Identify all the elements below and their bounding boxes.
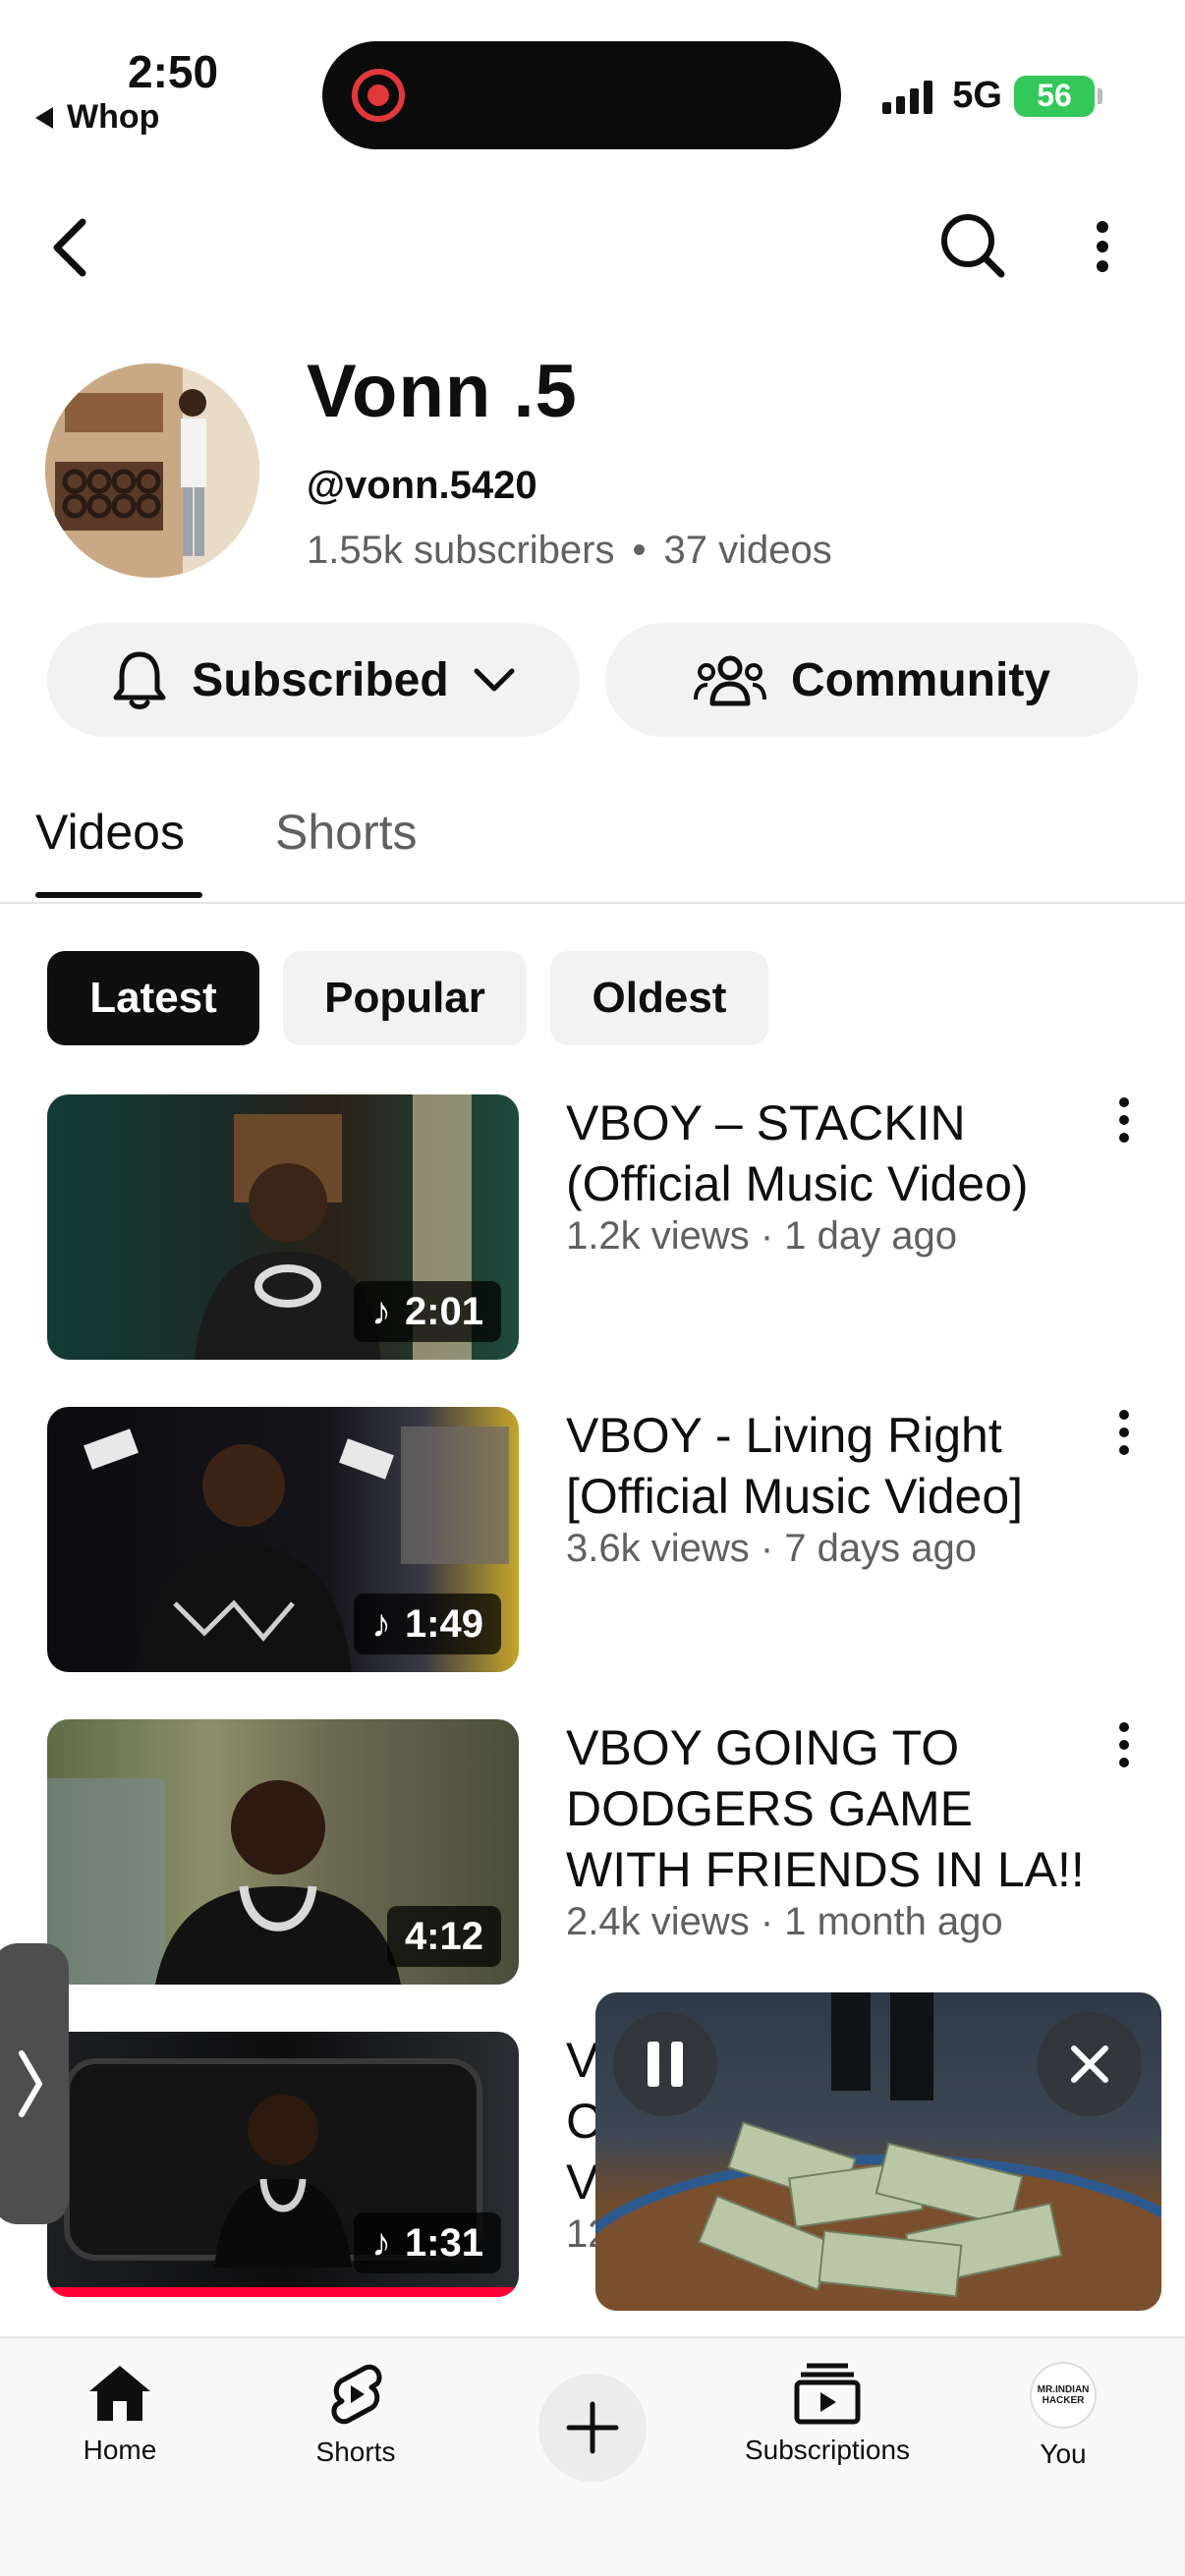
you-avatar: MR.INDIAN HACKER	[1030, 2362, 1097, 2429]
nav-you-label: You	[1040, 2438, 1087, 2469]
dynamic-island	[322, 41, 841, 149]
plus-icon	[566, 2401, 619, 2454]
tab-shorts[interactable]: Shorts	[275, 804, 418, 861]
cellular-signal-icon	[882, 79, 933, 114]
status-indicators: 5G 56	[882, 75, 1102, 117]
video-title[interactable]: VBOY GOING TO DODGERS GAME WITH FRIENDS …	[566, 1717, 1097, 1900]
nav-shorts[interactable]: Shorts	[307, 2362, 405, 2468]
channel-stats: 1.55k subscribers • 37 videos	[307, 529, 832, 573]
subscribed-button[interactable]: Subscribed	[47, 623, 580, 737]
duration-badge: ♪ 1:49	[353, 1594, 501, 1654]
filter-chip-oldest[interactable]: Oldest	[550, 951, 768, 1045]
community-label: Community	[791, 653, 1050, 706]
battery-icon: 56	[1014, 75, 1102, 117]
back-arrow-icon[interactable]	[39, 210, 98, 285]
you-avatar-text: MR.INDIAN HACKER	[1037, 2384, 1090, 2406]
home-icon	[89, 2366, 150, 2421]
music-note-icon: ♪	[370, 1601, 391, 1646]
filter-chip-popular[interactable]: Popular	[283, 951, 527, 1045]
duration-label: 2:01	[404, 1289, 483, 1333]
bell-icon	[113, 651, 166, 709]
video-title[interactable]: VBOY – STACKIN (Official Music Video)	[566, 1092, 1097, 1214]
chevron-right-icon	[19, 2050, 42, 2117]
filter-chip-latest[interactable]: Latest	[47, 951, 259, 1045]
video-thumbnail[interactable]: ♪ 1:49	[47, 1407, 519, 1672]
nav-subscriptions[interactable]: Subscriptions	[729, 2362, 926, 2466]
duration-label: 4:12	[404, 1914, 483, 1958]
pause-icon[interactable]	[613, 2012, 717, 2116]
subscriptions-icon	[794, 2363, 861, 2425]
tabs-divider	[0, 902, 1185, 904]
close-icon[interactable]	[1038, 2012, 1142, 2116]
video-meta: 3.6k views · 7 days ago	[566, 1527, 977, 1570]
duration-badge: ♪ 2:01	[353, 1281, 501, 1342]
shorts-icon	[331, 2364, 382, 2425]
network-type: 5G	[952, 75, 1002, 116]
create-button[interactable]	[538, 2374, 647, 2482]
bottom-navigation: Home Shorts Subscriptions MR.INDIAN HACK…	[0, 2336, 1185, 2576]
mini-player[interactable]	[595, 1992, 1161, 2311]
duration-badge: ♪ 1:31	[353, 2212, 501, 2273]
subscriber-count: 1.55k subscribers	[307, 529, 615, 572]
video-more-icon[interactable]	[1104, 1403, 1144, 1462]
music-note-icon: ♪	[370, 2220, 391, 2265]
video-meta: 2.4k views · 1 month ago	[566, 1900, 1003, 1943]
video-more-icon[interactable]	[1104, 1091, 1144, 1149]
active-tab-indicator	[35, 892, 202, 898]
channel-name: Vonn .5	[307, 350, 578, 433]
music-note-icon: ♪	[370, 1289, 391, 1333]
side-panel-handle[interactable]	[0, 1943, 69, 2224]
battery-level: 56	[1037, 78, 1072, 113]
nav-shorts-label: Shorts	[315, 2436, 396, 2467]
duration-label: 1:49	[404, 1601, 483, 1646]
channel-handle: @vonn.5420	[307, 464, 537, 507]
chevron-down-icon	[474, 668, 515, 692]
more-vertical-icon[interactable]	[1081, 212, 1124, 281]
tab-videos[interactable]: Videos	[35, 804, 185, 861]
screen-recording-icon	[352, 69, 405, 122]
watch-progress-bar	[47, 2287, 519, 2297]
nav-you[interactable]: MR.INDIAN HACKER You	[1014, 2362, 1112, 2470]
community-button[interactable]: Community	[605, 623, 1138, 737]
stats-separator: •	[632, 529, 647, 572]
duration-label: 1:31	[404, 2220, 483, 2265]
back-to-app-link[interactable]: Whop	[35, 98, 159, 137]
video-more-icon[interactable]	[1104, 1715, 1144, 1774]
video-thumbnail[interactable]: ♪ 1:31	[47, 2032, 519, 2297]
status-time: 2:50	[128, 46, 219, 97]
nav-subscriptions-label: Subscriptions	[744, 2435, 911, 2465]
channel-avatar[interactable]	[45, 364, 259, 578]
video-thumbnail[interactable]: ♪ 2:01	[47, 1094, 519, 1360]
nav-home[interactable]: Home	[71, 2362, 169, 2466]
video-thumbnail[interactable]: 4:12	[47, 1719, 519, 1985]
search-icon[interactable]	[933, 206, 1012, 285]
nav-home-label: Home	[83, 2435, 157, 2465]
video-count: 37 videos	[663, 529, 832, 572]
video-title[interactable]: VBOY - Living Right [Official Music Vide…	[566, 1405, 1097, 1527]
subscribed-label: Subscribed	[192, 653, 449, 706]
back-app-label: Whop	[67, 98, 160, 136]
duration-badge: 4:12	[386, 1906, 501, 1967]
video-meta: 1.2k views · 1 day ago	[566, 1214, 957, 1258]
back-triangle-icon	[35, 106, 53, 129]
people-icon	[694, 655, 766, 706]
